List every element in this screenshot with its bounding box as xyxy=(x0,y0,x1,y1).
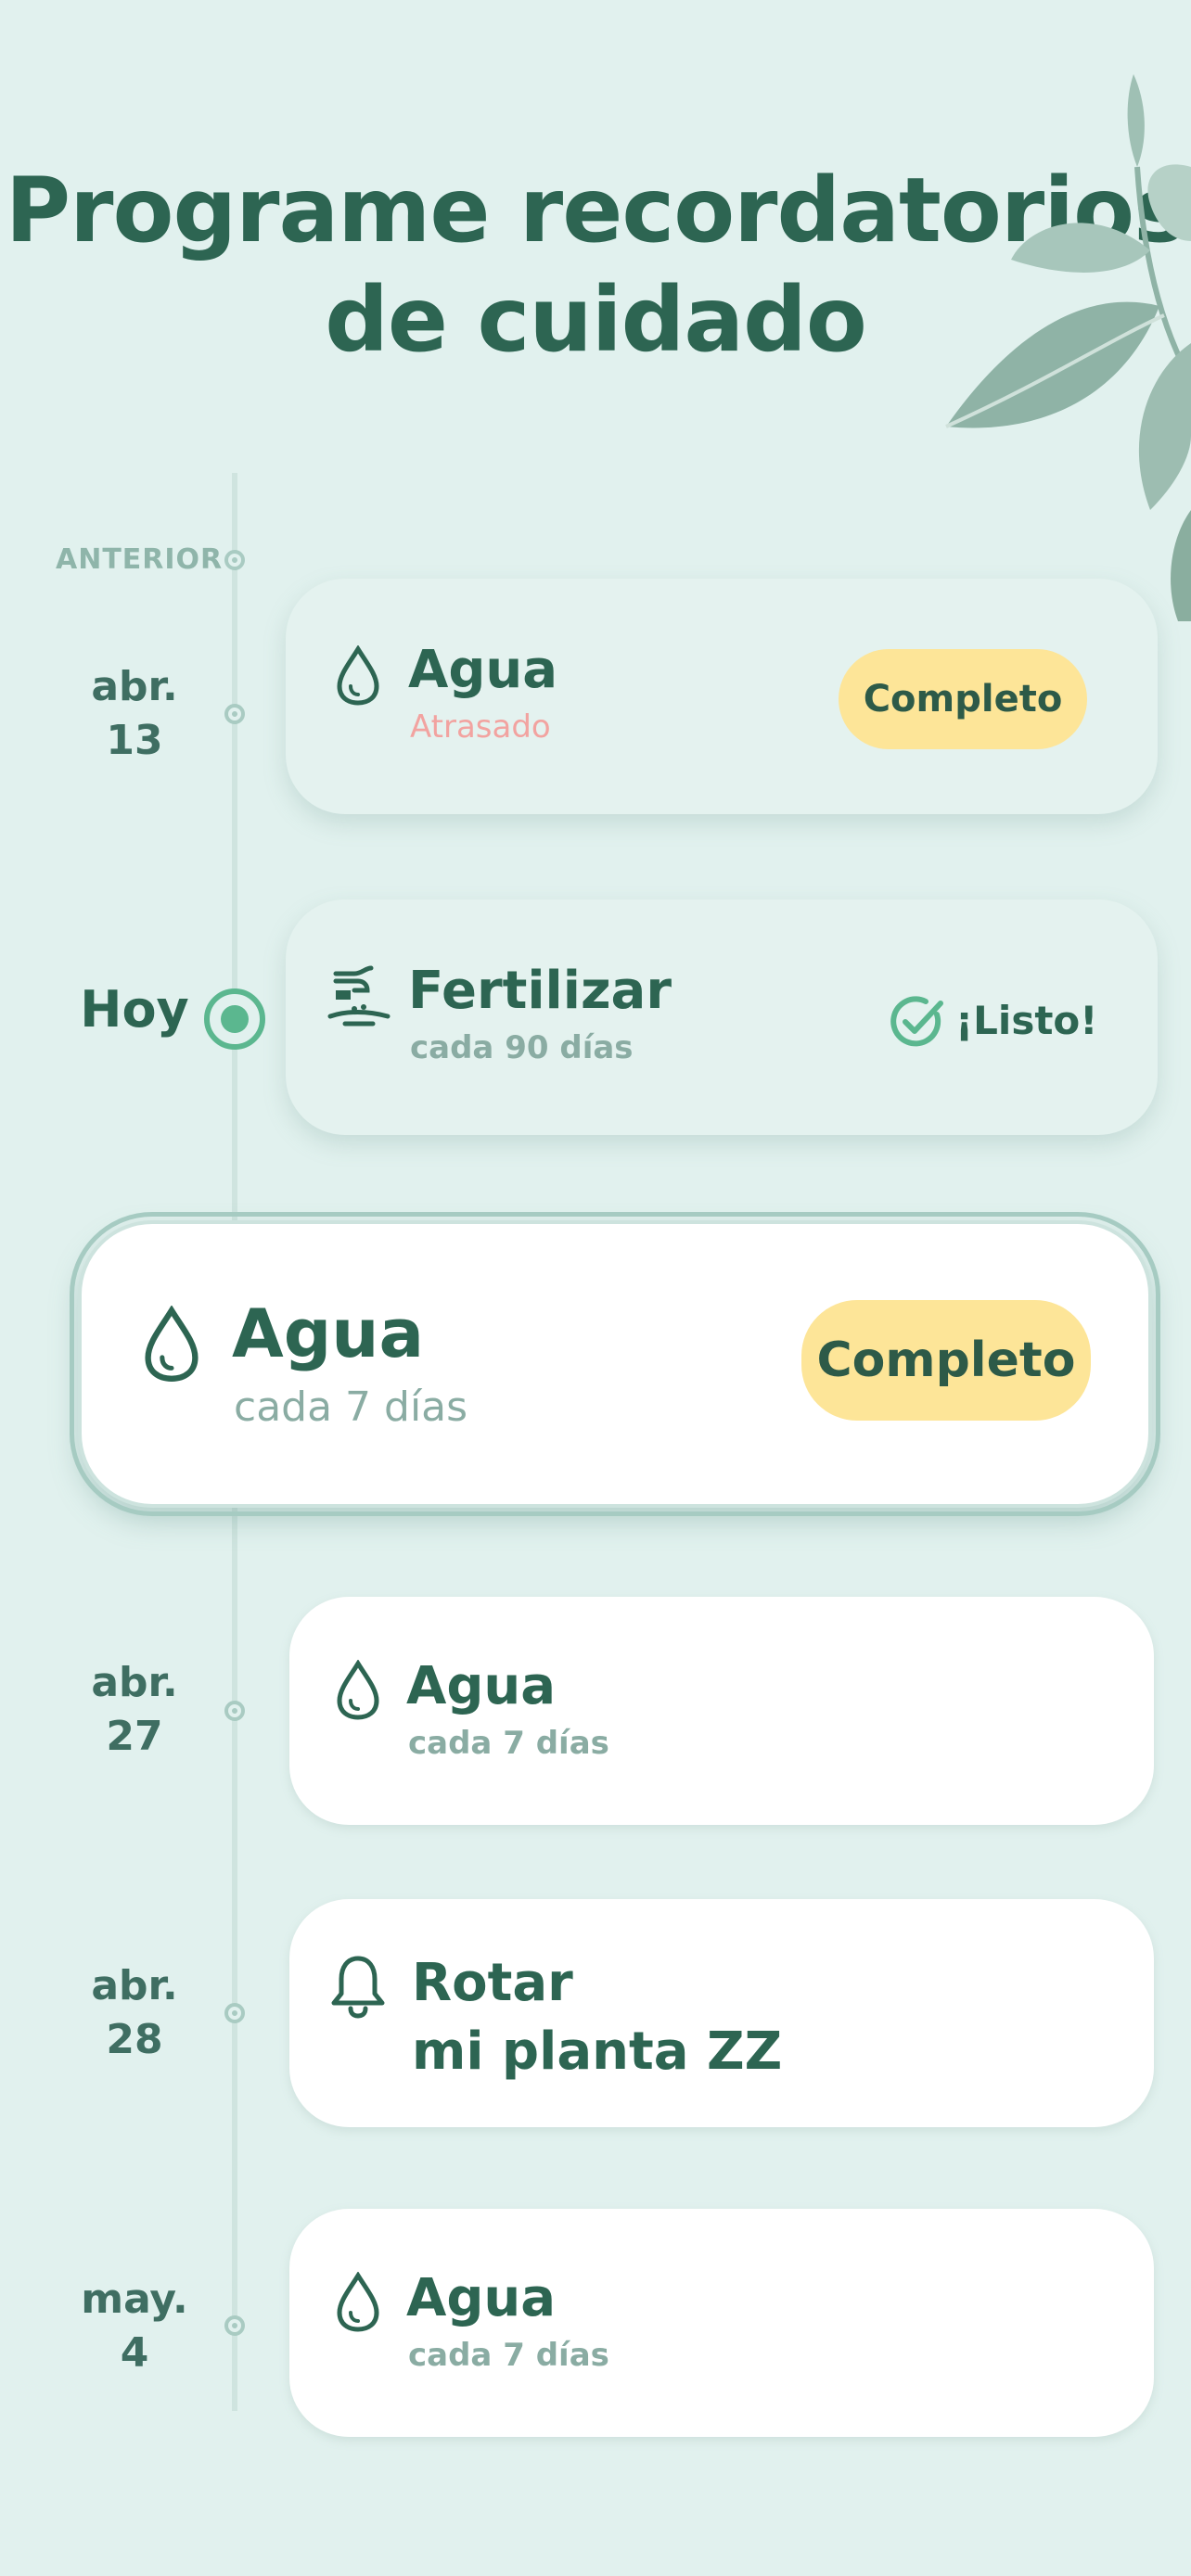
reminder-frequency: cada 7 días xyxy=(408,2337,609,2374)
reminder-name: Agua xyxy=(232,1294,425,1372)
timeline-dot-previous xyxy=(224,550,245,570)
reminder-frequency: cada 7 días xyxy=(408,1725,609,1762)
done-status: ¡Listo! xyxy=(955,998,1098,1043)
reminder-name: Agua xyxy=(408,640,558,700)
date-label-abr-28: abr. 28 xyxy=(42,1959,227,2067)
reminder-card-rotate[interactable]: Rotar mi planta ZZ xyxy=(289,1899,1154,2127)
timeline-dot-today xyxy=(204,988,265,1050)
date-day: 27 xyxy=(106,1713,163,1760)
reminder-name: Rotar mi planta ZZ xyxy=(412,1949,782,2086)
timeline-dot xyxy=(224,2003,245,2023)
fertilize-icon xyxy=(327,965,391,1027)
reminder-name: Agua xyxy=(406,2268,557,2328)
bell-icon xyxy=(331,1956,385,2019)
date-month: may. xyxy=(81,2276,188,2323)
water-drop-icon xyxy=(337,645,379,706)
date-label-today: Hoy xyxy=(80,980,189,1039)
date-day: 13 xyxy=(106,717,163,764)
check-circle-icon xyxy=(890,996,943,1047)
date-month: abr. xyxy=(91,1962,178,2009)
reminder-name-line-1: Rotar xyxy=(412,1953,573,2013)
date-day: 28 xyxy=(106,2016,163,2063)
reminder-name: Fertilizar xyxy=(408,961,672,1021)
complete-button[interactable]: Completo xyxy=(801,1300,1091,1421)
reminder-card-fertilize[interactable]: Fertilizar cada 90 días ¡Listo! xyxy=(286,899,1158,1135)
date-month: abr. xyxy=(91,663,178,710)
reminder-name-line-2: mi planta ZZ xyxy=(412,2021,783,2082)
water-drop-icon xyxy=(337,2272,379,2332)
previous-label: ANTERIOR xyxy=(56,543,224,576)
reminder-card-water[interactable]: Agua cada 7 días xyxy=(289,2209,1154,2437)
water-drop-icon xyxy=(145,1306,198,1382)
reminder-card-water[interactable]: Agua cada 7 días xyxy=(289,1597,1154,1825)
plant-illustration xyxy=(945,74,1191,621)
timeline-dot xyxy=(224,1701,245,1721)
overdue-label: Atrasado xyxy=(410,708,551,746)
complete-button[interactable]: Completo xyxy=(839,649,1087,749)
date-label-may-4: may. 4 xyxy=(42,2273,227,2380)
timeline-dot xyxy=(224,704,245,724)
reminder-card-water-overdue[interactable]: Agua Atrasado Completo xyxy=(286,579,1158,814)
date-day: 4 xyxy=(120,2329,149,2377)
reminder-card-water-highlighted[interactable]: Agua cada 7 días Completo xyxy=(70,1212,1160,1516)
date-label-abr-27: abr. 27 xyxy=(42,1656,227,1764)
water-drop-icon xyxy=(337,1660,379,1720)
reminder-name: Agua xyxy=(406,1656,557,1716)
timeline-dot xyxy=(224,2315,245,2336)
reminder-frequency: cada 90 días xyxy=(410,1029,634,1066)
date-month: abr. xyxy=(91,1659,178,1706)
date-label-abr-13: abr. 13 xyxy=(42,660,227,768)
reminder-frequency: cada 7 días xyxy=(234,1384,468,1431)
